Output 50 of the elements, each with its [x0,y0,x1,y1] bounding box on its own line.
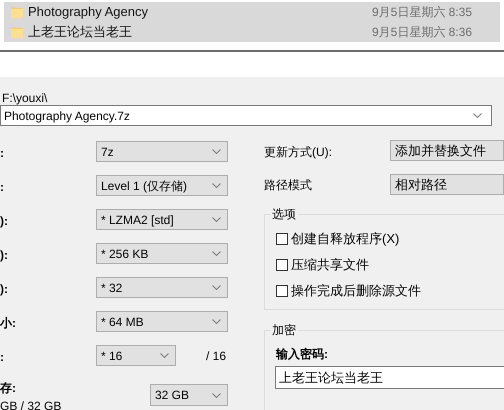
folder-path: F:\youxi\ [2,90,48,107]
field-label: : [0,349,4,366]
group-title: 选项 [270,205,298,223]
field-label: ): [0,213,8,230]
checkbox-label: 操作完成后删除源文件 [291,282,421,300]
dropdown[interactable]: * 16 [96,345,176,366]
field-label: 路径模式 [264,177,312,194]
field-label: ): [0,281,8,298]
thread-count: / 16 [206,348,226,365]
field-label: 小: [0,315,16,332]
checkbox-label: 压缩共享文件 [291,256,369,274]
dropdown[interactable]: * LZMA2 [std] [96,209,228,230]
chevron-icon [473,113,482,118]
chevron-icon [212,285,221,290]
chevron-icon [212,183,221,188]
chevron-icon [212,392,221,398]
dropdown[interactable]: 32 GB [150,384,228,406]
chevron-icon [212,251,221,256]
chevron-icon [160,353,169,358]
checkbox[interactable] [276,232,288,245]
field-label: : [0,179,4,196]
chevron-icon [212,149,221,154]
path-mode-dropdown[interactable]: 相对路径 [390,174,504,195]
file-name: 上老王论坛当老王 [28,23,132,42]
field-label: ): [0,247,8,264]
memory-usage-label: GB / 32 GB [0,398,62,410]
dropdown[interactable]: * 256 KB [96,243,228,264]
field-label: 更新方式(U): [264,144,332,161]
field-label: : [0,145,4,162]
update-mode-dropdown[interactable]: 添加并替换文件 [390,140,504,161]
dropdown[interactable]: Level 1 (仅存储) [96,175,228,196]
checkbox-label: 创建自释放程序(X) [291,230,400,248]
file-name: Photography Agency [28,3,148,22]
file-date: 9月5日星期六 8:36 [372,24,472,41]
folder-icon [10,25,24,39]
field-label: 存: [0,380,16,397]
dropdown[interactable]: * 64 MB [96,311,228,332]
dropdown[interactable]: 7z [96,141,228,162]
checkbox[interactable] [276,258,288,271]
file-row[interactable]: 上老王论坛当老王 9月5日星期六 8:36 [4,22,500,42]
checkbox[interactable] [276,284,288,297]
password-field[interactable]: 上老王论坛当老王 [275,366,504,389]
chevron-icon [212,217,221,222]
file-row[interactable]: Photography Agency 9月5日星期六 8:35 [4,2,500,22]
field-label: 输入密码: [276,346,328,363]
archive-name-combo[interactable]: Photography Agency.7z [0,105,492,126]
file-date: 9月5日星期六 8:35 [372,4,472,21]
dropdown[interactable]: * 32 [96,277,228,298]
chevron-icon [212,319,221,324]
folder-icon [10,5,24,19]
